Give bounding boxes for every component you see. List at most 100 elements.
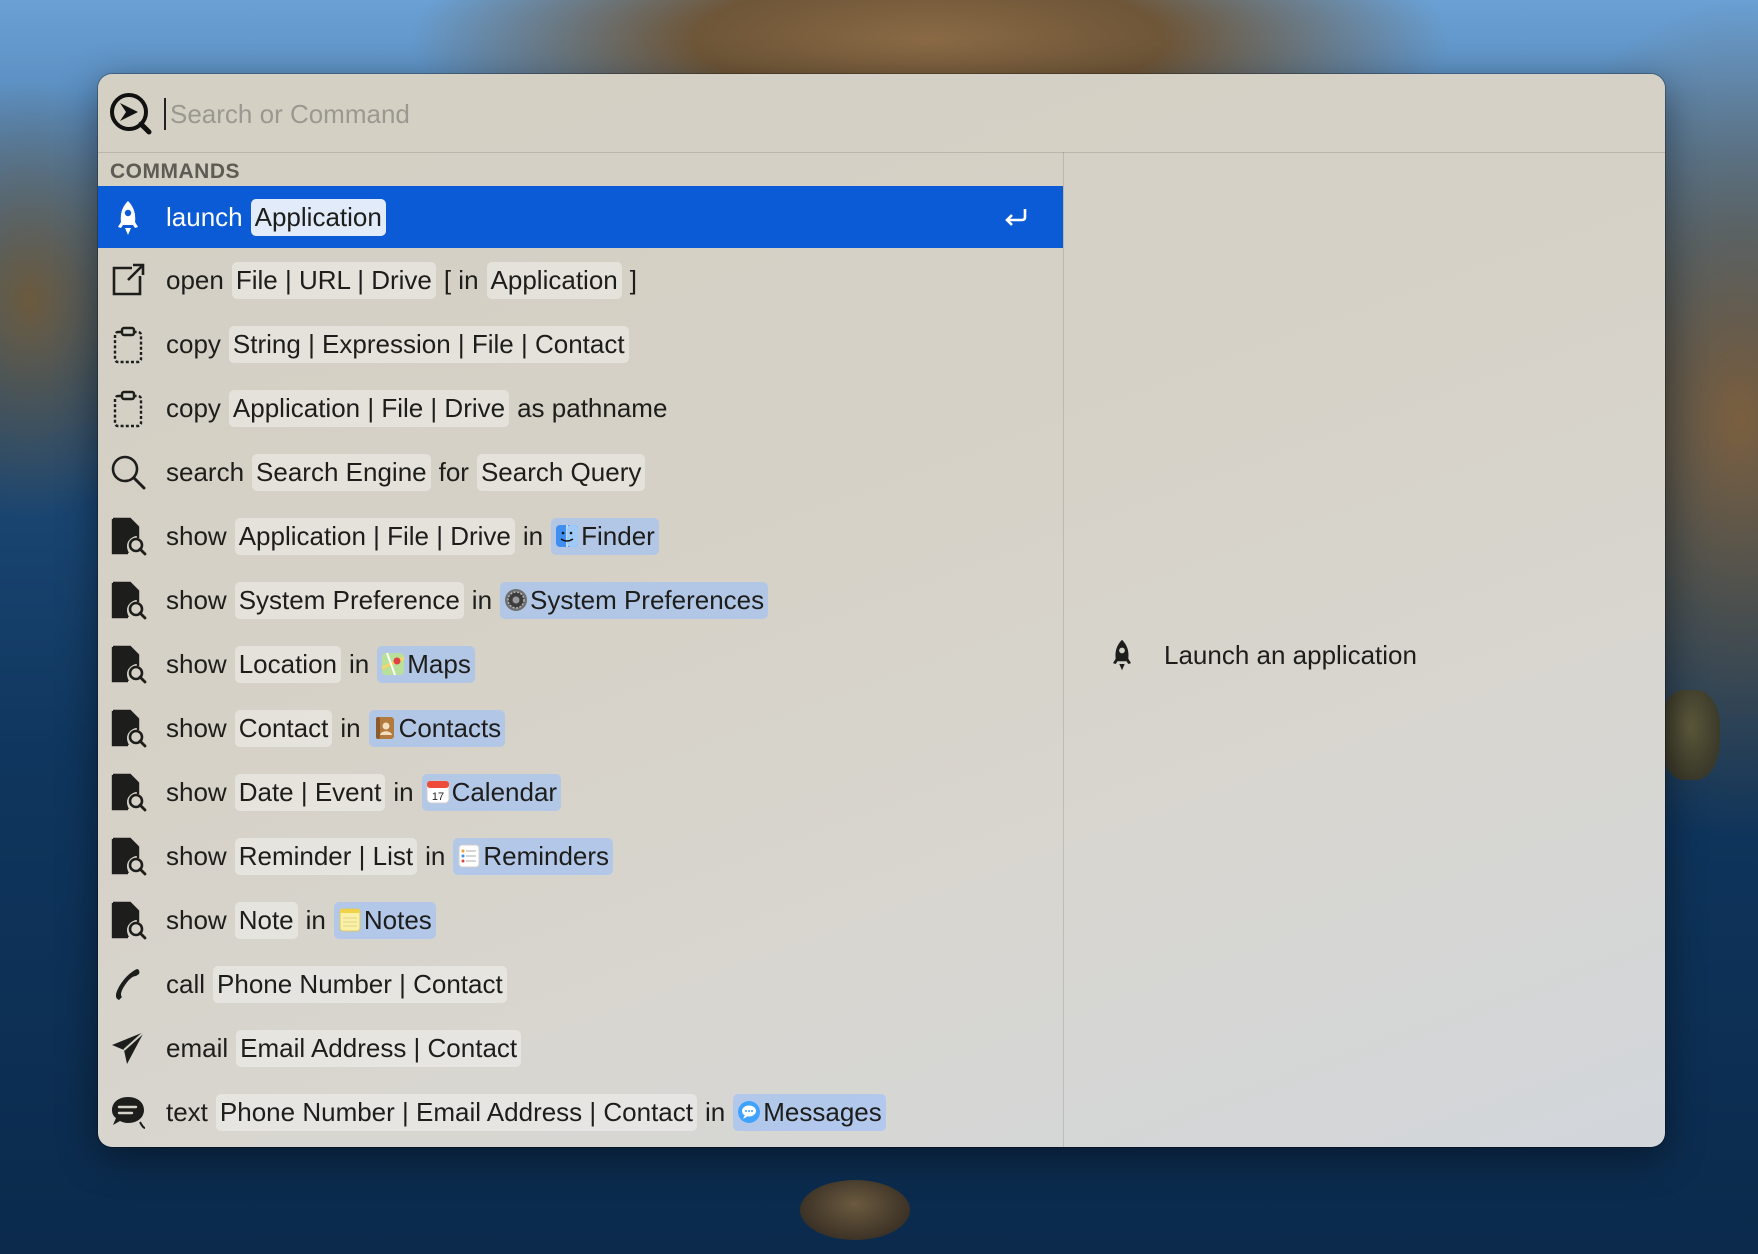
command-connector: in: [340, 712, 361, 743]
command-row-open[interactable]: open File | URL | Drive[ in Application]: [98, 248, 1063, 312]
document-search-icon: [108, 708, 148, 748]
command-text: copy Application | File | Drive as pathnam…: [166, 376, 675, 440]
argument-token[interactable]: String | Expression | File | Contact: [228, 325, 629, 363]
clipboard-icon: [108, 388, 148, 428]
argument-token[interactable]: Application: [250, 198, 386, 236]
command-row-show[interactable]: show Date | Event in 17 Calendar: [98, 760, 1063, 824]
command-row-text[interactable]: text Phone Number | Email Address | Conta…: [98, 1080, 1063, 1144]
document-search-icon: [108, 772, 148, 812]
app-token[interactable]: 17 Calendar: [421, 773, 562, 811]
command-row-show[interactable]: show Location in Maps: [98, 632, 1063, 696]
chat-bubble-icon: [108, 1092, 148, 1132]
text-caret: [164, 98, 166, 130]
open-external-icon: [108, 260, 148, 300]
argument-token[interactable]: Search Engine: [252, 453, 431, 491]
command-palette: COMMANDS launchApplicationopenFile | URL…: [98, 74, 1665, 1147]
argument-token[interactable]: Application: [486, 261, 622, 299]
rocket-icon: [1113, 639, 1131, 671]
command-keyword: show: [166, 776, 227, 807]
command-row-launch[interactable]: launch Application: [98, 186, 1063, 248]
document-search-icon: [108, 516, 148, 556]
app-token[interactable]: Finder: [551, 517, 659, 555]
command-connector: in: [425, 840, 446, 871]
command-row-show[interactable]: show Contact in Contacts: [98, 696, 1063, 760]
search-input[interactable]: [168, 88, 1472, 140]
argument-token[interactable]: Search Query: [476, 453, 646, 491]
argument-token[interactable]: Note: [234, 901, 298, 939]
search-bar: [98, 74, 1665, 153]
command-keyword: show: [166, 904, 227, 935]
app-token-label: Finder: [581, 520, 655, 551]
argument-token[interactable]: System Preference: [234, 581, 464, 619]
clipboard-icon: [108, 324, 148, 364]
command-text: show Date | Event in 17 Calendar: [166, 760, 569, 824]
command-text: copy String | Expression | File | Contact: [166, 312, 637, 376]
app-token[interactable]: Maps: [377, 645, 475, 683]
argument-token[interactable]: Contact: [234, 709, 333, 747]
app-logo-icon: [110, 93, 152, 135]
command-row-show[interactable]: show Reminder | List in Reminders: [98, 824, 1063, 888]
command-row-call[interactable]: call Phone Number | Contact: [98, 952, 1063, 1016]
command-keyword: email: [166, 1032, 229, 1063]
notes-icon: [338, 908, 362, 932]
document-search-icon: [108, 580, 148, 620]
command-connector: for: [438, 456, 469, 487]
argument-token[interactable]: Application | File | Drive: [234, 517, 515, 555]
argument-token[interactable]: Phone Number | Contact: [213, 965, 507, 1003]
app-token-label: System Preferences: [530, 584, 765, 615]
command-text: show Note in Notes: [166, 888, 444, 952]
app-token[interactable]: Reminders: [453, 837, 614, 875]
command-text: text Phone Number | Email Address | Conta…: [166, 1080, 894, 1144]
command-text: show Location in Maps: [166, 632, 483, 696]
command-text: search Search Engine for Search Query: [166, 440, 653, 504]
phone-icon: [108, 964, 148, 1004]
command-keyword: call: [166, 968, 206, 999]
document-search-icon: [108, 644, 148, 684]
command-keyword: copy: [166, 392, 221, 423]
command-row-show[interactable]: show Note in Notes: [98, 888, 1063, 952]
argument-token[interactable]: Location: [234, 645, 342, 683]
app-token-label: Notes: [363, 904, 432, 935]
command-row-show[interactable]: show System Preference in System Preference…: [98, 568, 1063, 632]
command-row-copy[interactable]: copy Application | File | Drive as pathnam…: [98, 376, 1063, 440]
messages-icon: [737, 1100, 761, 1124]
command-keyword: show: [166, 584, 227, 615]
document-search-icon: [108, 836, 148, 876]
argument-token[interactable]: File | URL | Drive: [231, 261, 436, 299]
command-row-copy[interactable]: copy String | Expression | File | Contact: [98, 312, 1063, 376]
command-keyword: launch: [166, 201, 243, 232]
app-token-label: Contacts: [398, 712, 502, 743]
argument-token[interactable]: Phone Number | Email Address | Contact: [215, 1093, 697, 1131]
section-header: COMMANDS: [110, 160, 240, 183]
argument-token[interactable]: Application | File | Drive: [228, 389, 510, 427]
argument-token[interactable]: Date | Event: [234, 773, 386, 811]
command-connector: ]: [629, 264, 637, 295]
app-token[interactable]: Contacts: [368, 709, 506, 747]
app-token[interactable]: Notes: [333, 901, 436, 939]
command-text: show Application | File | Drive in Finder: [166, 504, 667, 568]
preview: Launch an application: [1104, 632, 1417, 678]
app-token-label: Maps: [407, 648, 471, 679]
app-token[interactable]: Messages: [733, 1093, 886, 1131]
return-key-icon: [1005, 209, 1027, 226]
command-text: email Email Address | Contact: [166, 1016, 529, 1080]
argument-token[interactable]: Email Address | Contact: [236, 1029, 522, 1067]
command-row-email[interactable]: email Email Address | Contact: [98, 1016, 1063, 1080]
argument-token[interactable]: Reminder | List: [234, 837, 418, 875]
command-text: show Reminder | List in Reminders: [166, 824, 621, 888]
command-keyword: show: [166, 712, 227, 743]
app-token[interactable]: System Preferences: [500, 581, 769, 619]
command-row-show[interactable]: show Application | File | Drive in Finder: [98, 504, 1063, 568]
command-keyword: show: [166, 840, 227, 871]
app-token-label: Calendar: [451, 776, 558, 807]
commands-list-pane: COMMANDS launch Application open File | URL…: [98, 152, 1064, 1147]
command-connector: in: [349, 648, 370, 679]
command-text: call Phone Number | Contact: [166, 952, 515, 1016]
command-keyword: show: [166, 648, 227, 679]
command-text: open File | URL | Drive[ in Application]: [166, 248, 645, 312]
rocket-icon: [108, 198, 148, 238]
system-preferences-icon: [504, 588, 528, 612]
preview-text: Launch an application: [1164, 639, 1417, 670]
command-connector: in: [705, 1096, 726, 1127]
command-row-search[interactable]: search Search Engine for Search Query: [98, 440, 1063, 504]
